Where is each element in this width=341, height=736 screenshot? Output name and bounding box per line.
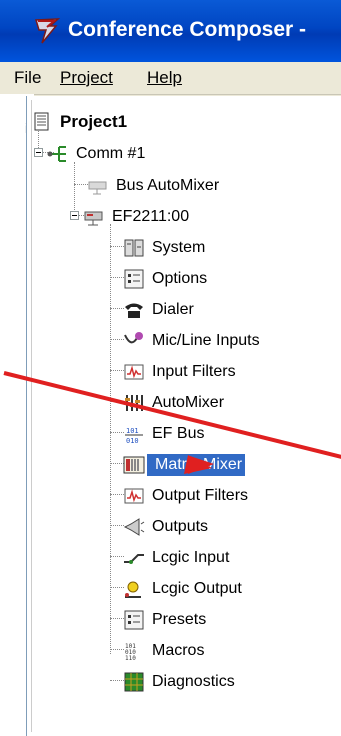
tree-line xyxy=(110,463,124,464)
svg-text:010: 010 xyxy=(126,437,139,445)
tree-line xyxy=(110,370,124,371)
tree-line xyxy=(110,556,124,557)
tree-item-label: EF2211:00 xyxy=(112,208,190,225)
tree-item-label: System xyxy=(152,239,206,256)
tree-line xyxy=(110,224,111,654)
tree-line xyxy=(110,277,124,278)
filter-icon xyxy=(124,488,144,504)
tree-line xyxy=(110,525,124,526)
tree-item-label: Presets xyxy=(152,611,207,628)
macros-icon: 101 010 110 xyxy=(125,643,136,662)
tree-item-label: Output Filters xyxy=(152,487,249,504)
svg-text:110: 110 xyxy=(125,655,136,662)
diagnostics-icon xyxy=(124,672,144,692)
tree-line xyxy=(110,246,124,247)
title-bar[interactable]: Conference Composer - xyxy=(0,0,341,62)
tree-item-label: Options xyxy=(152,270,208,287)
filter-icon xyxy=(124,364,144,380)
fader-icon xyxy=(125,395,145,411)
network-icon xyxy=(47,146,66,162)
tree-item-label: Input Filters xyxy=(152,363,236,380)
tree-item-label: AutoMixer xyxy=(152,394,225,411)
tree-item-label: Matrix Mixer xyxy=(147,454,246,476)
project-tree[interactable]: Project1 Comm #1 Bus AutoMixer EF2211:00… xyxy=(26,96,341,736)
options-icon xyxy=(124,269,144,289)
app-logo-icon xyxy=(35,18,60,44)
tree-item-label: Lcgic Input xyxy=(152,549,230,566)
menu-help[interactable]: Help xyxy=(147,68,182,88)
device-icon xyxy=(84,211,103,226)
tree-line xyxy=(110,649,124,650)
logic-output-icon xyxy=(125,581,141,598)
menu-file[interactable]: File xyxy=(14,68,41,88)
tree-item-label: Outputs xyxy=(152,518,209,535)
system-icon xyxy=(124,239,144,257)
tree-border xyxy=(31,100,32,732)
tree-item-label: Dialer xyxy=(152,301,194,318)
menu-bar: File Project Help xyxy=(0,62,341,95)
tree-line xyxy=(110,587,124,588)
tree-line xyxy=(110,618,124,619)
menu-project[interactable]: Project xyxy=(60,68,113,88)
phone-icon xyxy=(125,303,143,318)
device-gray-icon xyxy=(88,181,107,195)
collapse-comm-icon[interactable] xyxy=(34,148,43,157)
tree-line xyxy=(110,339,124,340)
tree-line xyxy=(110,308,124,309)
tree-item-label: Mic/Line Inputs xyxy=(152,332,260,349)
tree-line xyxy=(110,680,124,681)
tree-item-label: Lcgic Output xyxy=(152,580,242,597)
tree-item-label: Diagnostics xyxy=(152,673,235,690)
mic-icon xyxy=(124,332,143,344)
tree-line xyxy=(110,432,124,433)
logic-input-icon xyxy=(124,554,144,564)
svg-text:101: 101 xyxy=(126,427,139,435)
tree-item-label: Comm #1 xyxy=(76,145,146,162)
project-icon xyxy=(34,112,49,131)
matrix-icon xyxy=(123,456,145,474)
tree-item-label: Bus AutoMixer xyxy=(116,177,220,194)
tree-line xyxy=(110,494,124,495)
tree-item-label: Project1 xyxy=(60,112,128,131)
presets-icon xyxy=(124,610,144,630)
tree-item-label: EF Bus xyxy=(152,425,205,442)
tree-line xyxy=(74,184,88,185)
collapse-device-icon[interactable] xyxy=(70,211,79,220)
tree-line xyxy=(74,162,75,216)
app-window: Conference Composer - File Project Help … xyxy=(0,0,341,736)
window-title: Conference Composer - xyxy=(68,18,307,41)
tree-line xyxy=(110,401,124,402)
tree-item-label: Macros xyxy=(152,642,205,659)
speaker-icon xyxy=(123,518,145,536)
bus-icon: 101 010 xyxy=(125,427,143,445)
